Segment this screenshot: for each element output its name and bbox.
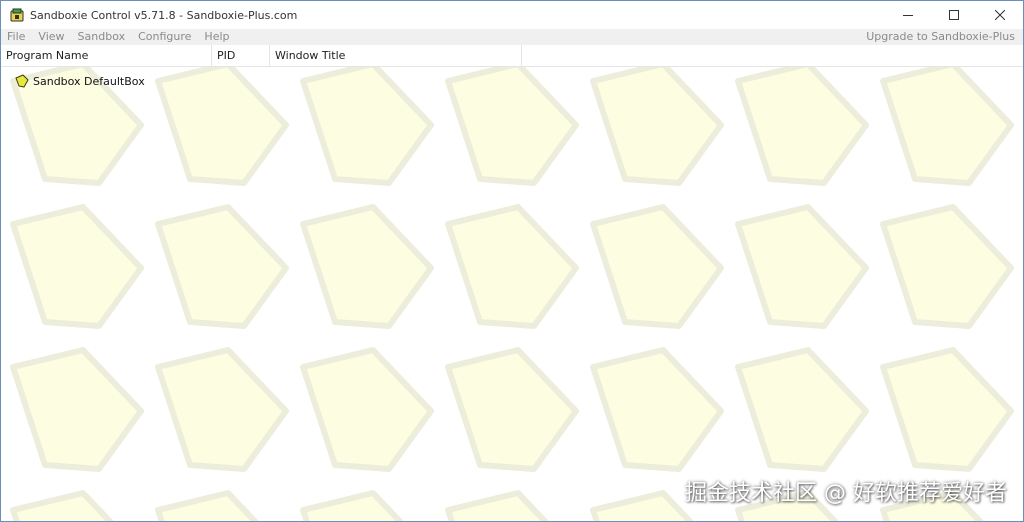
column-header: Program Name PID Window Title	[1, 45, 1023, 67]
minimize-icon	[903, 15, 913, 16]
menu-help[interactable]: Help	[198, 29, 236, 45]
sandbox-name: Sandbox DefaultBox	[33, 74, 145, 88]
window-title: Sandboxie Control v5.71.8 - Sandboxie-Pl…	[30, 8, 298, 22]
tree-row-sandbox[interactable]: Sandbox DefaultBox	[15, 73, 145, 89]
window-controls	[885, 1, 1023, 29]
column-program-name[interactable]: Program Name	[1, 45, 212, 66]
background-pattern	[1, 67, 1023, 521]
minimize-button[interactable]	[885, 1, 931, 29]
menu-file[interactable]: File	[1, 29, 32, 45]
maximize-button[interactable]	[931, 1, 977, 29]
process-list[interactable]: Sandbox DefaultBox 掘金技术社区 @ 好软推荐爱好者	[1, 67, 1023, 521]
close-icon	[995, 10, 1005, 20]
menu-view[interactable]: View	[32, 29, 71, 45]
menu-sandbox[interactable]: Sandbox	[72, 29, 133, 45]
column-pid[interactable]: PID	[212, 45, 270, 66]
menu-bar: File View Sandbox Configure Help Upgrade…	[1, 29, 1023, 45]
app-window: Sandboxie Control v5.71.8 - Sandboxie-Pl…	[0, 0, 1024, 522]
column-window-title[interactable]: Window Title	[270, 45, 522, 66]
close-button[interactable]	[977, 1, 1023, 29]
maximize-icon	[949, 10, 959, 20]
watermark-text: 掘金技术社区 @ 好软推荐爱好者	[685, 481, 1007, 506]
sandbox-diamond-icon	[15, 74, 29, 88]
sandboxie-app-icon	[10, 8, 24, 22]
title-bar[interactable]: Sandboxie Control v5.71.8 - Sandboxie-Pl…	[1, 1, 1023, 29]
upgrade-link[interactable]: Upgrade to Sandboxie-Plus	[866, 29, 1015, 45]
menu-configure[interactable]: Configure	[132, 29, 198, 45]
